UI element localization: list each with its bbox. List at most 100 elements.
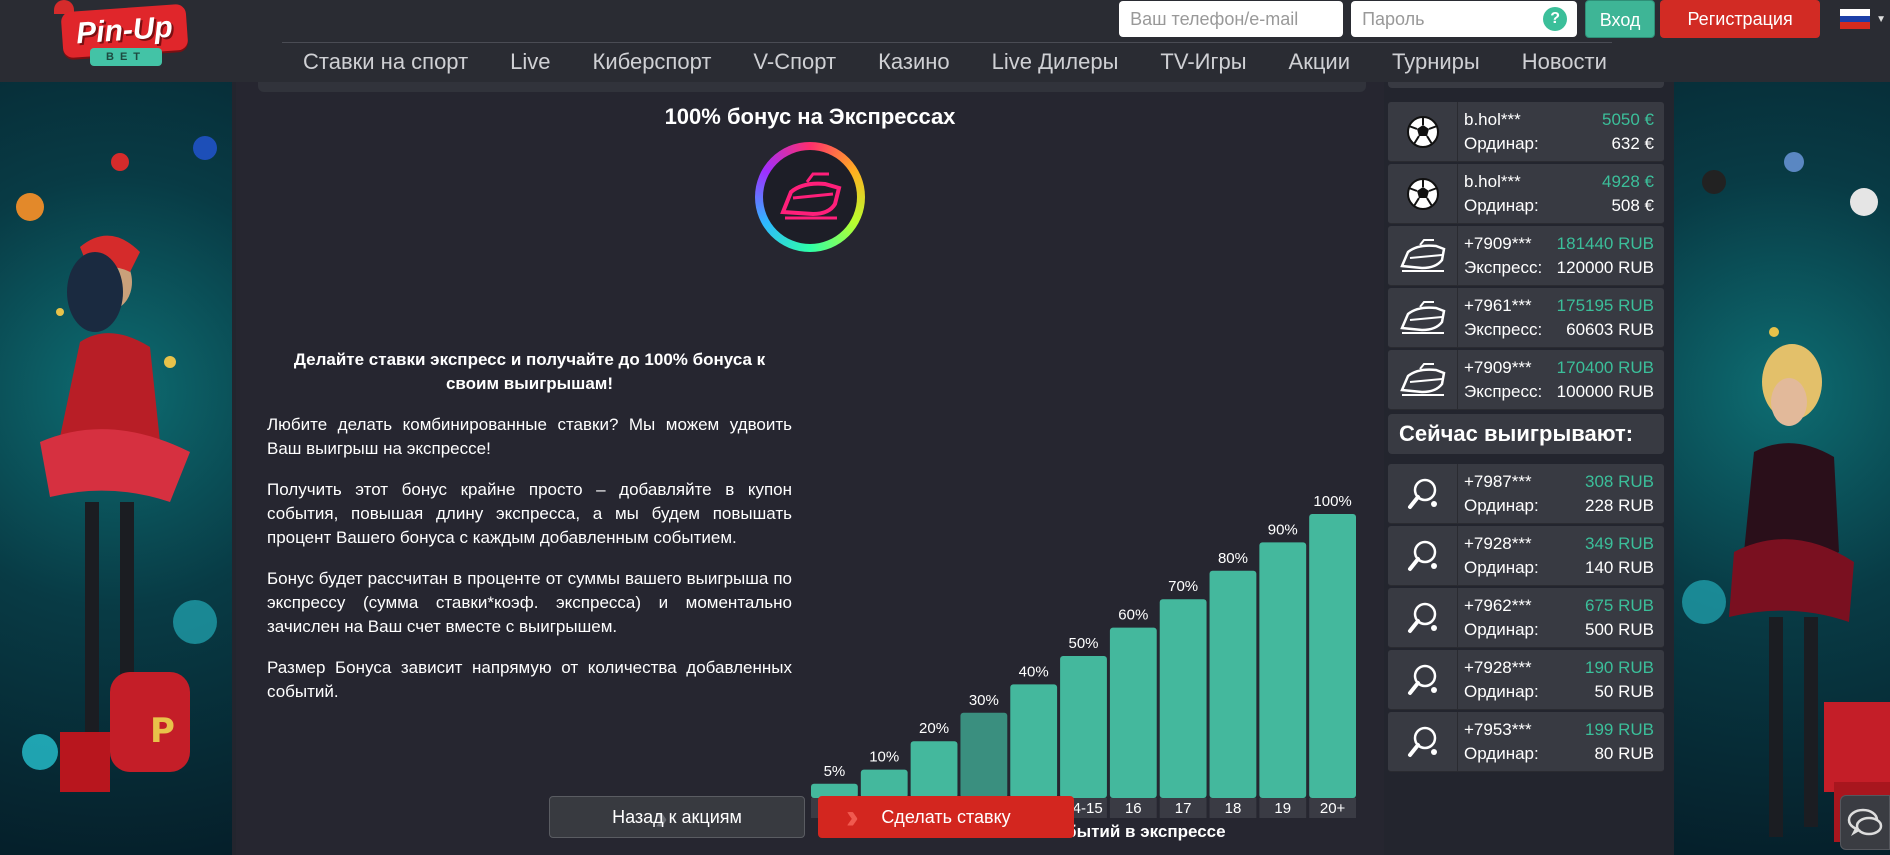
nav-item-vsport[interactable]: V-Спорт bbox=[732, 43, 857, 80]
bet-stake: 508 € bbox=[1611, 196, 1654, 215]
ru-flag-icon[interactable] bbox=[1840, 9, 1871, 30]
bet-stake: 228 RUB bbox=[1585, 496, 1654, 515]
nav-item-live-dealers[interactable]: Live Дилеры bbox=[971, 43, 1140, 80]
bet-stake: 80 RUB bbox=[1594, 744, 1654, 763]
bar-value-label: 10% bbox=[869, 749, 899, 766]
win-row: b.hol*** 5050 € Ординар: 632 € bbox=[1388, 102, 1664, 162]
nav-item-casino[interactable]: Казино bbox=[857, 43, 971, 80]
login-button[interactable]: Вход bbox=[1585, 0, 1656, 38]
nav-item-esports[interactable]: Киберспорт bbox=[572, 43, 733, 80]
win-amount: 190 RUB bbox=[1585, 658, 1654, 677]
win-row: +7928*** 349 RUB Ординар: 140 RUB bbox=[1388, 526, 1664, 586]
promo-paragraph: Любите делать комбинированные ставки? Мы… bbox=[267, 415, 792, 458]
christmas-girl-illustration: P bbox=[16, 136, 217, 792]
nav-item-tournaments[interactable]: Турниры bbox=[1371, 43, 1501, 80]
win-user: +7961*** bbox=[1464, 296, 1532, 315]
train-icon bbox=[1388, 350, 1458, 410]
bet-stake: 120000 RUB bbox=[1556, 258, 1654, 277]
table-tennis-icon bbox=[1388, 464, 1458, 524]
chat-button[interactable] bbox=[1840, 795, 1890, 850]
win-amount: 175195 RUB bbox=[1556, 296, 1654, 315]
nav-item-promotions[interactable]: Акции bbox=[1268, 43, 1371, 80]
win-amount: 349 RUB bbox=[1585, 534, 1654, 553]
bet-type: Ординар: bbox=[1464, 496, 1539, 515]
bar-value-label: 50% bbox=[1068, 635, 1098, 652]
bet-stake: 100000 RUB bbox=[1556, 382, 1654, 401]
train-icon bbox=[780, 172, 842, 220]
win-row: +7987*** 308 RUB Ординар: 228 RUB bbox=[1388, 464, 1664, 524]
bet-type: Экспресс: bbox=[1464, 320, 1543, 339]
promo-badge bbox=[755, 142, 865, 252]
win-user: +7909*** bbox=[1464, 234, 1532, 253]
help-icon[interactable]: ? bbox=[1543, 7, 1568, 31]
bar-value-label: 100% bbox=[1313, 493, 1351, 510]
now-winning-title: Сейчас выигрывают: bbox=[1388, 414, 1664, 454]
train-icon bbox=[1388, 226, 1458, 286]
register-button[interactable]: Регистрация bbox=[1660, 0, 1821, 38]
win-row: b.hol*** 4928 € Ординар: 508 € bbox=[1388, 164, 1664, 224]
right-promo-banner bbox=[1674, 82, 1890, 855]
category-tick-label: 17 bbox=[1175, 800, 1192, 817]
win-amount: 4928 € bbox=[1602, 172, 1654, 191]
win-row: +7961*** 175195 RUB Экспресс: 60603 RUB bbox=[1388, 288, 1664, 348]
bet-type: Ординар: bbox=[1464, 620, 1539, 639]
bet-type: Ординар: bbox=[1464, 682, 1539, 701]
site-logo[interactable]: Pin-Up BET bbox=[52, 0, 202, 74]
bet-type: Ординар: bbox=[1464, 134, 1539, 153]
table-tennis-icon bbox=[1388, 526, 1458, 586]
nav-item-tv-games[interactable]: TV-Игры bbox=[1139, 43, 1267, 80]
bar-value-label: 30% bbox=[969, 692, 999, 709]
auth-bar: Ваш телефон/e-mail Пароль ? Вход Регистр… bbox=[1119, 0, 1890, 38]
place-bet-button[interactable]: ›› Сделать ставку bbox=[818, 796, 1074, 838]
win-user: +7928*** bbox=[1464, 658, 1532, 677]
left-promo-banner: P bbox=[0, 82, 232, 855]
win-amount: 181440 RUB bbox=[1556, 234, 1654, 253]
win-amount: 308 RUB bbox=[1585, 472, 1654, 491]
win-row: +7909*** 170400 RUB Экспресс: 100000 RUB bbox=[1388, 350, 1664, 410]
nav-item-sport[interactable]: Ставки на спорт bbox=[282, 43, 489, 80]
table-tennis-icon bbox=[1388, 712, 1458, 772]
phone-email-input[interactable]: Ваш телефон/e-mail bbox=[1119, 1, 1344, 37]
soccer-ball-icon bbox=[1388, 102, 1458, 162]
password-placeholder: Пароль bbox=[1362, 9, 1425, 29]
chart-bar bbox=[1159, 599, 1207, 798]
bet-type: Экспресс: bbox=[1464, 258, 1543, 277]
bet-stake: 140 RUB bbox=[1585, 558, 1654, 577]
chart-bar bbox=[1209, 570, 1257, 798]
bet-stake: 60603 RUB bbox=[1566, 320, 1654, 339]
chevron-down-icon[interactable]: ▼ bbox=[1876, 14, 1886, 25]
win-user: +7928*** bbox=[1464, 534, 1532, 553]
promo-content: 100% бонус на Экспрессах Делайте ставки … bbox=[236, 82, 1384, 855]
category-tick-label: 18 bbox=[1225, 800, 1242, 817]
promo-title: 100% бонус на Экспрессах bbox=[664, 104, 956, 129]
back-to-promotions-button[interactable]: ›› Назад к акциям bbox=[549, 796, 805, 838]
table-tennis-icon bbox=[1388, 650, 1458, 710]
promo-description: Делайте ставки экспресс и получайте до 1… bbox=[267, 348, 792, 721]
bet-stake: 500 RUB bbox=[1585, 620, 1654, 639]
chart-bar bbox=[1010, 684, 1058, 798]
win-amount: 170400 RUB bbox=[1556, 358, 1654, 377]
win-user: +7962*** bbox=[1464, 596, 1532, 615]
password-input[interactable]: Пароль ? bbox=[1351, 1, 1578, 37]
bar-value-label: 70% bbox=[1168, 578, 1198, 595]
nav-item-news[interactable]: Новости bbox=[1501, 43, 1628, 80]
win-amount: 675 RUB bbox=[1585, 596, 1654, 615]
nav-item-live[interactable]: Live bbox=[489, 43, 571, 80]
chart-bar bbox=[1259, 542, 1307, 798]
chevron-right-icon: ›› bbox=[846, 798, 858, 836]
bar-value-label: 5% bbox=[824, 763, 846, 780]
category-tick-label: 19 bbox=[1274, 800, 1291, 817]
bet-stake: 50 RUB bbox=[1594, 682, 1654, 701]
promo-paragraph: Получить этот бонус крайне просто – доба… bbox=[267, 480, 792, 547]
bet-stake: 632 € bbox=[1611, 134, 1654, 153]
table-tennis-icon bbox=[1388, 588, 1458, 648]
bet-type: Ординар: bbox=[1464, 196, 1539, 215]
soccer-ball-icon bbox=[1388, 164, 1458, 224]
site-header: Pin-Up BET Ваш телефон/e-mail Пароль ? В… bbox=[0, 0, 1890, 82]
bet-type: Ординар: bbox=[1464, 558, 1539, 577]
top-wins-list: b.hol*** 5050 € Ординар: 632 € b.hol*** 4928 … bbox=[1388, 102, 1664, 412]
train-icon bbox=[1388, 288, 1458, 348]
chart-bar bbox=[960, 712, 1008, 798]
promo-paragraph: Бонус будет рассчитан в проценте от сумм… bbox=[267, 569, 792, 636]
bonus-chart: 5%4-510%6-720%8-930%10-1140%12-1350%14-1… bbox=[810, 412, 1358, 852]
